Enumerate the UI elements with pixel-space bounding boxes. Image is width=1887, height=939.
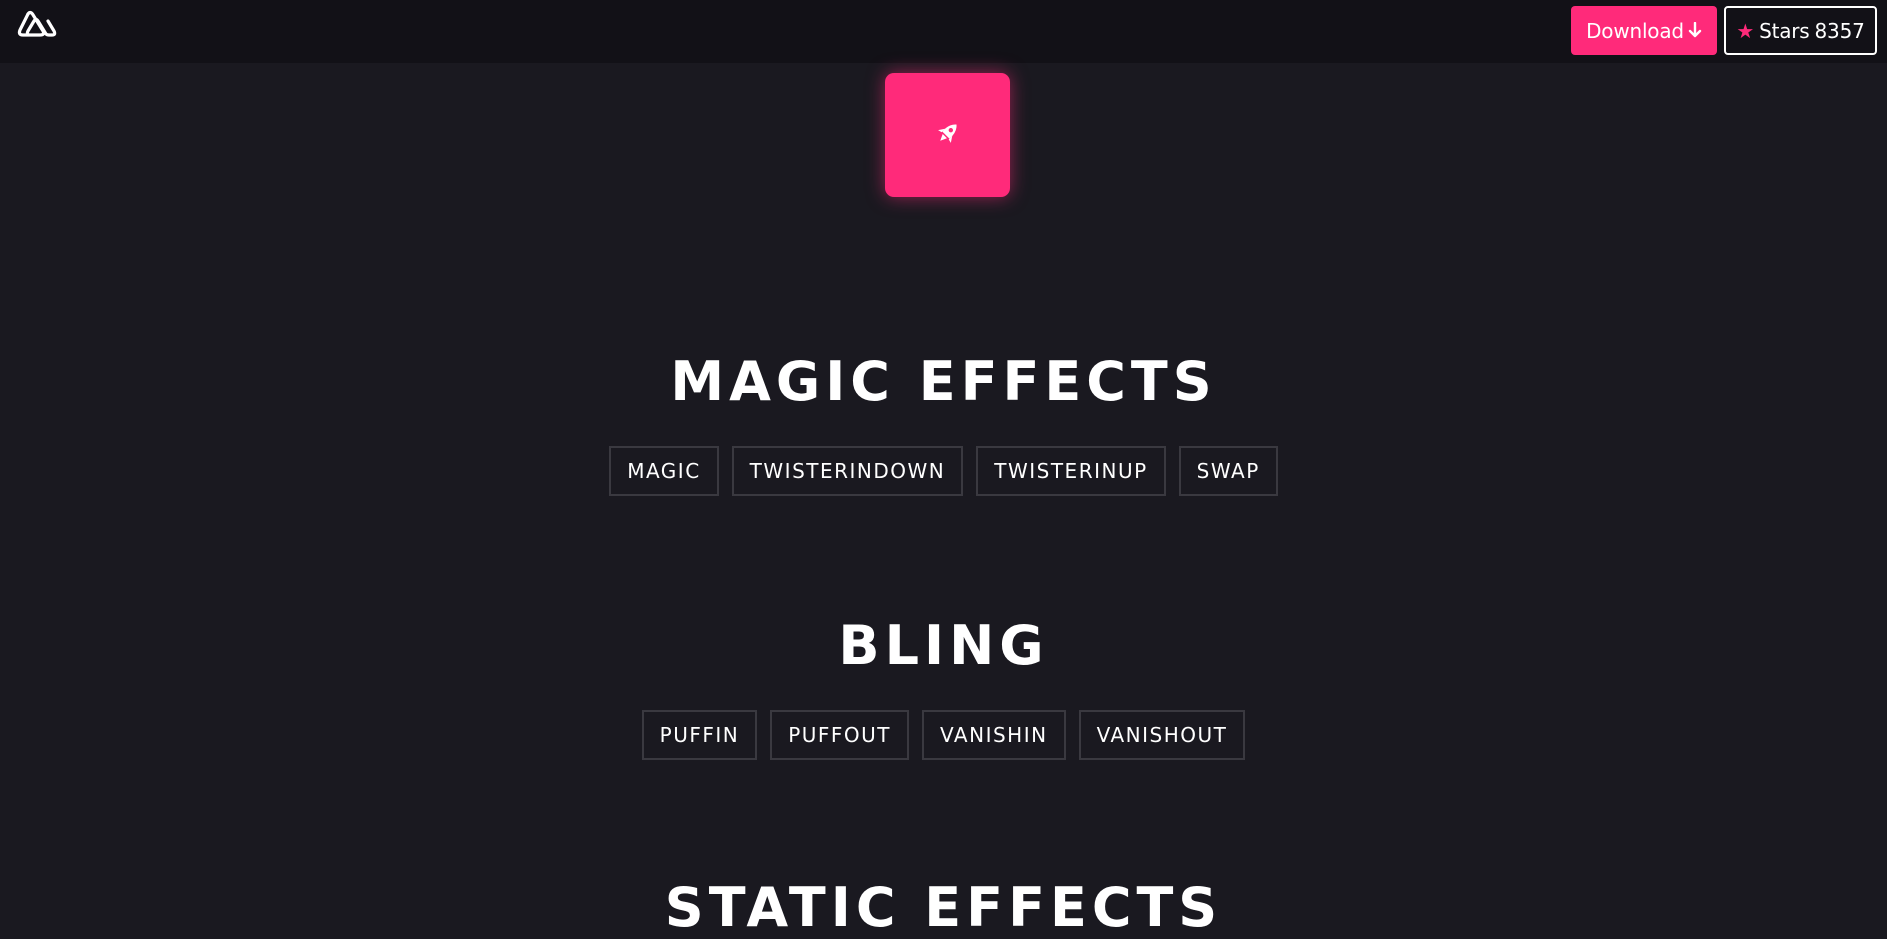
effect-button-puffin[interactable]: PUFFIN [641, 710, 758, 760]
section-title-bling: BLING [838, 614, 1049, 677]
rocket-demo-box [885, 73, 1010, 197]
stars-label: Stars [1759, 18, 1810, 43]
effect-button-puffout[interactable]: PUFFOUT [770, 710, 910, 760]
effect-button-magic[interactable]: MAGIC [609, 446, 719, 496]
download-label: Download [1586, 18, 1684, 43]
section-title-static-effects: STATIC EFFECTS [664, 876, 1223, 939]
effects-row-magic: MAGIC TWISTERINDOWN TWISTERINUP SWAP [0, 446, 1887, 496]
section-title-magic-effects: MAGIC EFFECTS [670, 350, 1217, 413]
effect-button-vanishin[interactable]: VANISHIN [922, 710, 1066, 760]
effect-button-swap[interactable]: SWAP [1178, 446, 1278, 496]
top-navbar: Download ★ Stars 8357 [0, 0, 1887, 63]
effect-button-vanishout[interactable]: VANISHOUT [1078, 710, 1246, 760]
arrow-down-icon [1688, 19, 1702, 43]
effect-button-twisterinup[interactable]: TWISTERINUP [976, 446, 1166, 496]
stars-count: 8357 [1814, 18, 1865, 43]
effects-row-bling: PUFFIN PUFFOUT VANISHIN VANISHOUT [0, 710, 1887, 760]
nuxt-logo-icon[interactable] [17, 10, 57, 40]
effect-button-twisterindown[interactable]: TWISTERINDOWN [731, 446, 964, 496]
download-button[interactable]: Download [1571, 6, 1717, 55]
github-stars-button[interactable]: ★ Stars 8357 [1724, 6, 1877, 55]
star-icon: ★ [1736, 18, 1755, 43]
rocket-icon [934, 119, 962, 151]
